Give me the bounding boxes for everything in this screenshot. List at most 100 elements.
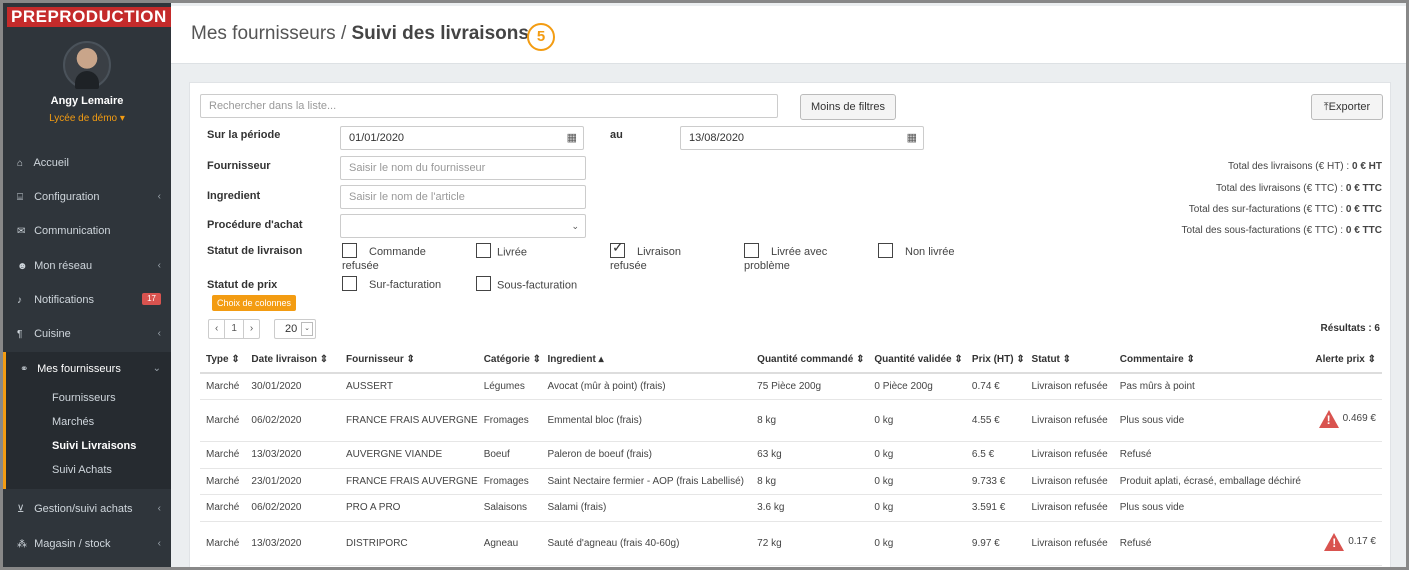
checkbox-box[interactable] bbox=[744, 243, 759, 258]
table-cell: Livraison refusée bbox=[1025, 373, 1114, 400]
column-header[interactable]: Quantité commandé ⇕ bbox=[751, 347, 869, 374]
checkbox-livree[interactable]: Livrée bbox=[476, 243, 527, 260]
checkbox-sur-facturation[interactable]: Sur-facturation bbox=[342, 276, 441, 293]
checkbox-box[interactable] bbox=[342, 243, 357, 258]
submenu-item-fournisseurs[interactable]: Fournisseurs bbox=[52, 392, 116, 404]
export-button[interactable]: ⤒Exporter bbox=[1311, 94, 1383, 120]
table-cell: 06/02/2020 bbox=[245, 494, 340, 522]
column-header[interactable]: Fournisseur ⇕ bbox=[339, 347, 478, 374]
table-cell bbox=[1309, 468, 1382, 495]
sidebar-item-accueil[interactable]: ⌂ Accueil bbox=[3, 146, 171, 180]
table-cell: Agneau bbox=[477, 521, 542, 566]
prev-page-button[interactable]: ‹ bbox=[209, 320, 226, 338]
page-size-select[interactable]: 20 ⌄ bbox=[274, 319, 316, 339]
table-cell: 0 Pièce 200g bbox=[868, 373, 966, 400]
column-header[interactable]: Quantité validée ⇕ bbox=[868, 347, 966, 374]
sidebar-item-mon-reseau[interactable]: ☻ Mon réseau ‹ bbox=[3, 249, 171, 283]
table-cell: PRO A PRO bbox=[339, 494, 478, 522]
checkbox-box[interactable] bbox=[342, 276, 357, 291]
chevron-down-icon: ⌄ bbox=[571, 221, 579, 231]
sidebar-item-notifications[interactable]: ♪ Notifications 17 bbox=[3, 283, 171, 317]
period-start-field[interactable]: 01/01/2020 ▦ bbox=[340, 126, 584, 150]
table-row[interactable]: Marché 23/01/2020 FRANCE FRAIS AUVERGNE Fro… bbox=[200, 468, 1382, 495]
column-header[interactable]: Type ⇕ bbox=[200, 347, 246, 374]
checkbox-livraison-refusee[interactable]: Livraisonrefusée bbox=[610, 241, 681, 272]
next-page-button[interactable]: › bbox=[244, 320, 259, 338]
period-end-field[interactable]: 13/08/2020 ▦ bbox=[680, 126, 924, 150]
checkbox-box[interactable] bbox=[476, 243, 491, 258]
table-cell: 72 kg bbox=[751, 521, 869, 566]
column-header[interactable]: Commentaire ⇕ bbox=[1113, 347, 1310, 374]
price-status-label: Statut de prix bbox=[207, 279, 278, 291]
period-end-label: au bbox=[610, 129, 623, 141]
checkbox-non-livree[interactable]: Non livrée bbox=[878, 243, 955, 260]
table-row[interactable]: Marché 13/03/2020 AUVERGNE VIANDE Boeuf Pale… bbox=[200, 441, 1382, 469]
checkbox-box[interactable] bbox=[878, 243, 893, 258]
table-row[interactable]: Marché 13/03/2020 DISTRIPORC Agneau Sauté d'… bbox=[200, 521, 1382, 566]
total-livraisons-ht: Total des livraisons (€ HT) : 0 € HT bbox=[1228, 161, 1382, 172]
table-cell: 13/03/2020 bbox=[245, 441, 340, 469]
column-header[interactable]: Ingredient ▴ bbox=[541, 347, 752, 374]
submenu-item-suivi-livraisons[interactable]: Suivi Livraisons bbox=[52, 440, 136, 452]
column-header[interactable]: Prix (HT) ⇕ bbox=[965, 347, 1026, 374]
procedure-select[interactable]: ⌄ bbox=[340, 214, 586, 238]
submenu-item-suivi-achats[interactable]: Suivi Achats bbox=[52, 464, 112, 476]
table-header-row: Type ⇕ Date livraison ⇕ Fournisseur ⇕ Catég… bbox=[200, 347, 1382, 374]
warning-icon bbox=[1324, 532, 1345, 551]
bank-icon: ⌸ bbox=[17, 192, 23, 203]
handshake-icon: ⚭ bbox=[20, 364, 29, 375]
column-header[interactable]: Alerte prix ⇕ bbox=[1309, 347, 1382, 374]
breadcrumb-current: Suivi des livraisons bbox=[351, 23, 529, 44]
table-row[interactable]: Marché 06/02/2020 PRO A PRO Salaisons Salami… bbox=[200, 494, 1382, 522]
sidebar-item-mes-fournisseurs[interactable]: ⚭ Mes fournisseurs ⌄ bbox=[3, 352, 171, 386]
table-cell: 8 kg bbox=[751, 468, 869, 495]
supplier-input[interactable]: Saisir le nom du fournisseur bbox=[340, 156, 586, 180]
table-cell: Pas mûrs à point bbox=[1113, 373, 1310, 400]
sidebar-item-cuisine[interactable]: ¶ Cuisine ‹ bbox=[3, 317, 171, 351]
checkbox-commande-refusee[interactable]: Commande refusée bbox=[342, 243, 426, 272]
calendar-icon[interactable]: ▦ bbox=[907, 127, 917, 149]
sidebar-item-label: Communication bbox=[34, 225, 111, 237]
table-cell: Emmental bloc (frais) bbox=[541, 399, 752, 442]
school-selector[interactable]: Lycée de démo ▾ bbox=[3, 113, 171, 124]
checkbox-sous-facturation[interactable]: Sous-facturation bbox=[476, 276, 577, 293]
column-choice-button[interactable]: Choix de colonnes bbox=[212, 295, 297, 311]
delivery-status-label: Statut de livraison bbox=[207, 245, 303, 257]
avatar[interactable] bbox=[63, 41, 111, 89]
calendar-icon[interactable]: ▦ bbox=[567, 127, 577, 149]
table-cell: Salaisons bbox=[477, 494, 542, 522]
table-cell: 0 kg bbox=[868, 441, 966, 469]
table-cell: Fromages bbox=[477, 399, 542, 442]
table-row[interactable]: Marché 06/02/2020 FRANCE FRAIS AUVERGNE Fro… bbox=[200, 399, 1382, 442]
table-row[interactable]: Marché 30/01/2020 AUSSERT Légumes Avocat (mû… bbox=[200, 373, 1382, 400]
checkbox-box[interactable] bbox=[476, 276, 491, 291]
table-cell: Avocat (mûr à point) (frais) bbox=[541, 373, 752, 400]
sidebar-item-gestion-achats[interactable]: ⊻ Gestion/suivi achats ‹ bbox=[3, 492, 171, 526]
table-cell: 0.17 € bbox=[1309, 521, 1382, 566]
deliveries-table: Type ⇕ Date livraison ⇕ Fournisseur ⇕ Catég… bbox=[200, 347, 1382, 566]
column-header[interactable]: Statut ⇕ bbox=[1025, 347, 1114, 374]
submenu-item-marches[interactable]: Marchés bbox=[52, 416, 94, 428]
breadcrumb-parent[interactable]: Mes fournisseurs / bbox=[191, 23, 352, 44]
column-header[interactable]: Date livraison ⇕ bbox=[245, 347, 340, 374]
table-cell: Sauté d'agneau (frais 40-60g) bbox=[541, 521, 752, 566]
table-cell: Marché bbox=[200, 441, 246, 469]
search-input[interactable]: Rechercher dans la liste... bbox=[200, 94, 778, 118]
sidebar-item-magasin-stock[interactable]: ⁂ Magasin / stock ‹ bbox=[3, 527, 171, 561]
sidebar-item-label: Magasin / stock bbox=[34, 538, 111, 550]
current-page[interactable]: 1 bbox=[225, 320, 244, 338]
sidebar-item-communication[interactable]: ✉ Communication bbox=[3, 214, 171, 248]
sidebar-item-label: Configuration bbox=[34, 191, 100, 203]
checkbox-checked[interactable] bbox=[610, 241, 625, 258]
column-header[interactable]: Catégorie ⇕ bbox=[477, 347, 542, 374]
toggle-filters-button[interactable]: Moins de filtres bbox=[800, 94, 896, 120]
table-cell: Plus sous vide bbox=[1113, 494, 1310, 522]
home-icon: ⌂ bbox=[17, 158, 24, 169]
ingredient-input[interactable]: Saisir le nom de l'article bbox=[340, 185, 586, 209]
price-alert: 0.17 € bbox=[1324, 532, 1376, 551]
sidebar-item-configuration[interactable]: ⌸ Configuration ‹ bbox=[3, 180, 171, 214]
results-count: Résultats : 6 bbox=[1320, 323, 1380, 334]
checkbox-livree-avec-probleme[interactable]: Livrée avec problème bbox=[744, 243, 827, 272]
sidebar-item-label: Mon réseau bbox=[34, 260, 93, 272]
table-cell: Fromages bbox=[477, 468, 542, 495]
